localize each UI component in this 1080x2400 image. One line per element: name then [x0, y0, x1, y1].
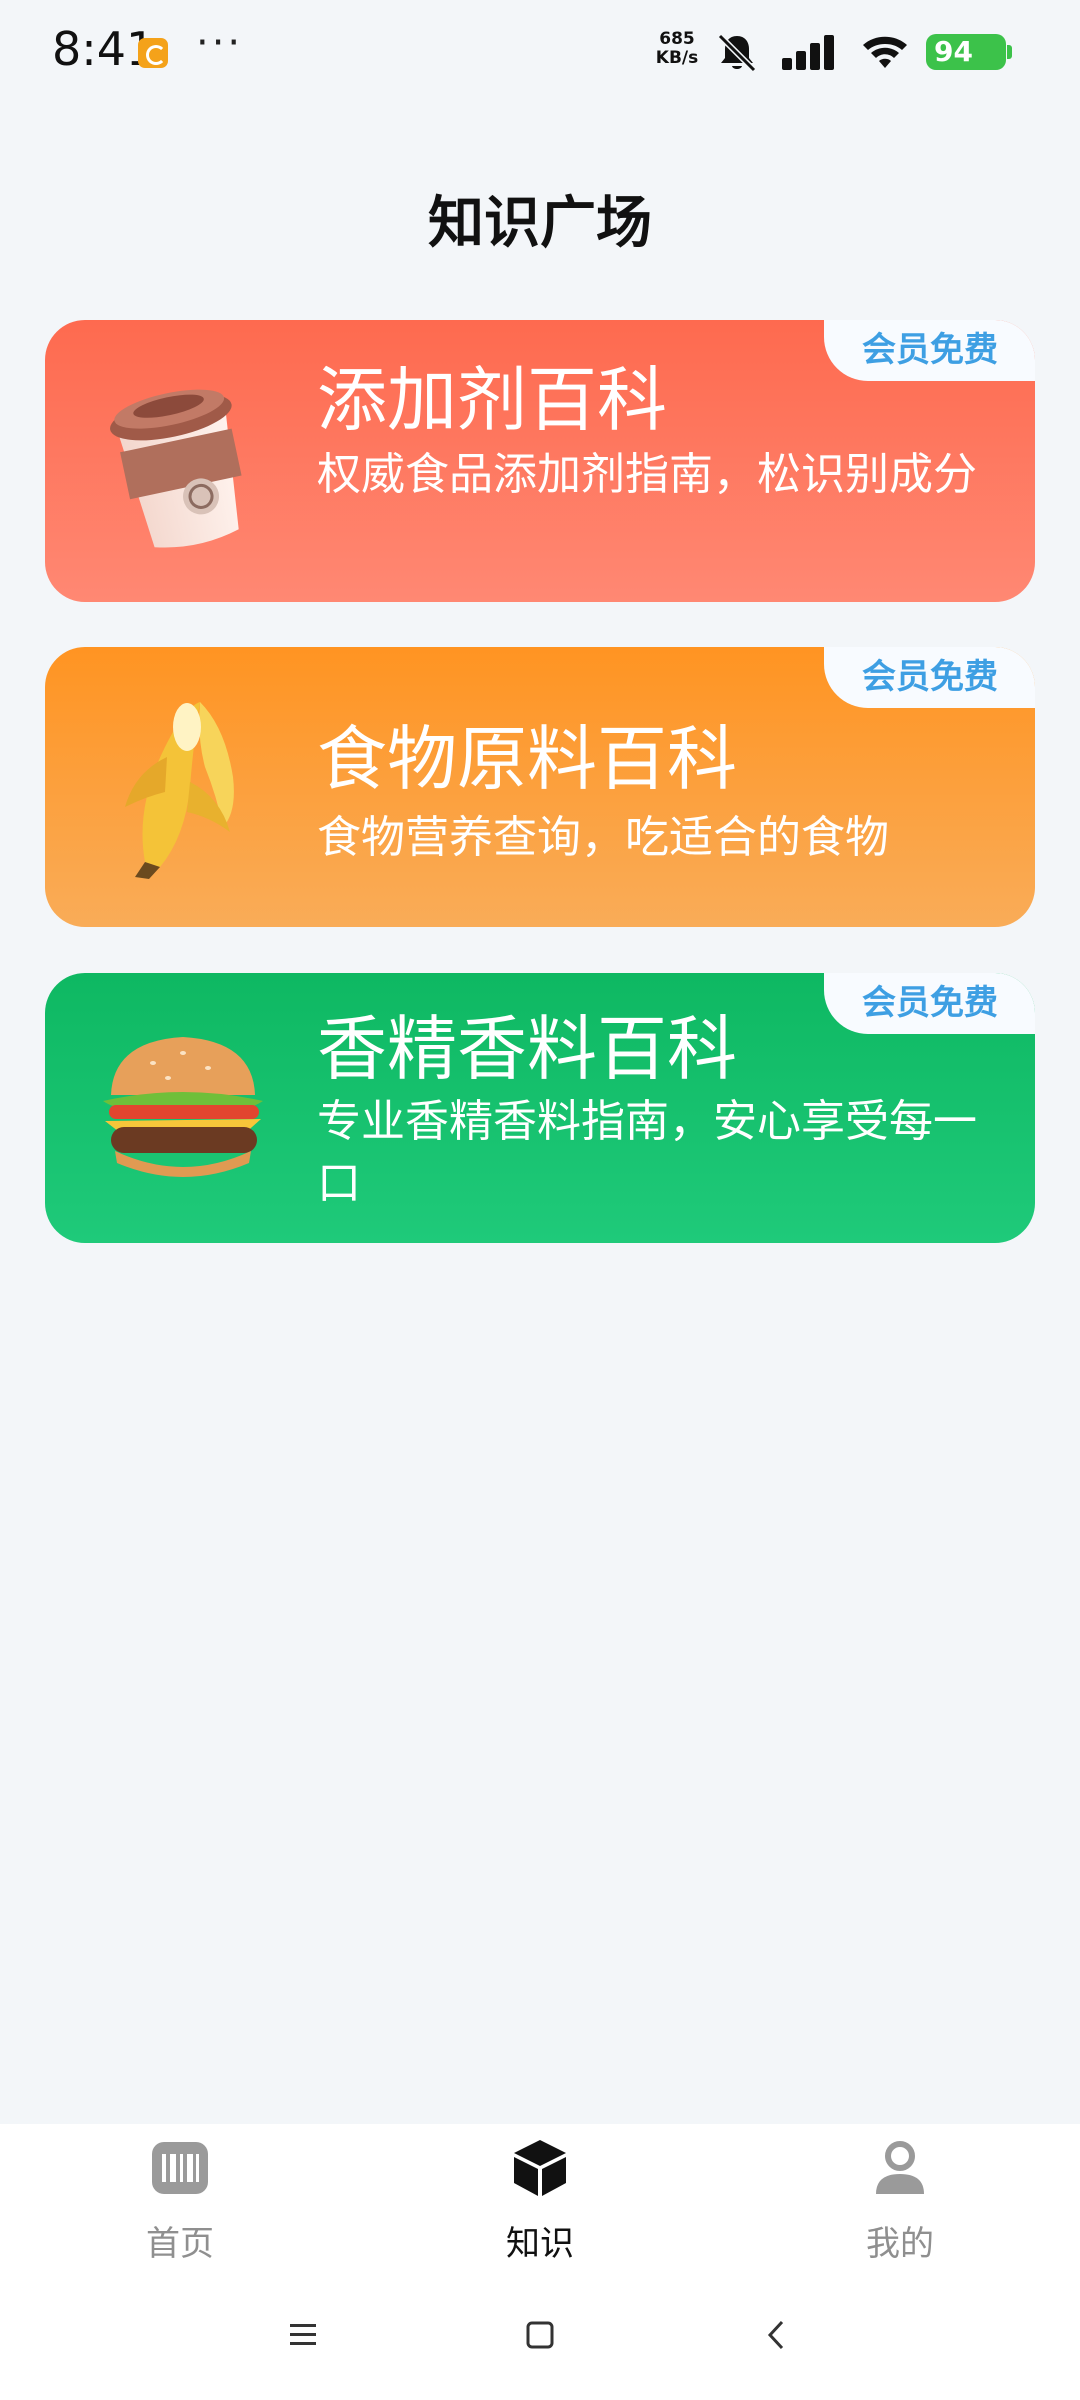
tab-home[interactable]: 首页 [80, 2124, 280, 2274]
card-description: 权威食品添加剂指南，松识别成分 [317, 449, 977, 500]
tab-knowledge[interactable]: 知识 [440, 2124, 640, 2274]
tab-label: 首页 [146, 2224, 214, 2264]
card-title: 香精香料百科 [317, 1008, 737, 1090]
tab-mine[interactable]: 我的 [800, 2124, 1000, 2274]
status-bar: 8:41 ··· 685 KB/s 94 [0, 0, 1080, 100]
net-speed: 685 KB/s [646, 30, 708, 68]
coffee-cup-icon [110, 389, 242, 548]
card-title: 添加剂百科 [317, 359, 667, 441]
member-free-badge: 会员免费 [824, 973, 1035, 1034]
barcode-icon [152, 2142, 208, 2194]
battery-icon: 94 [926, 34, 1012, 70]
card-description: 食物营养查询，吃适合的食物 [317, 812, 889, 863]
home-square-icon[interactable] [515, 2310, 565, 2360]
net-speed-unit: KB/s [655, 48, 699, 68]
card-title: 食物原料百科 [317, 718, 737, 800]
banana-icon [125, 702, 234, 879]
cube-icon [514, 2140, 566, 2196]
screen: 8:41 ··· 685 KB/s 94 知识广场 添加剂百科 权威食品添加剂指… [0, 0, 1080, 2400]
tab-label: 知识 [506, 2224, 574, 2264]
wifi-icon [863, 36, 907, 68]
card-flavors[interactable]: 香精香料百科 专业香精香料指南，安心享受每一口 会员免费 [45, 973, 1035, 1243]
more-dots-icon: ··· [196, 20, 244, 66]
card-ingredients[interactable]: 食物原料百科 食物营养查询，吃适合的食物 会员免费 [45, 647, 1035, 927]
member-free-badge: 会员免费 [824, 320, 1035, 381]
signal-icon [782, 35, 834, 70]
app-badge-icon [138, 38, 168, 68]
card-description: 专业香精香料指南，安心享受每一口 [317, 1096, 977, 1209]
menu-icon[interactable] [278, 2310, 328, 2360]
system-navigation [0, 2274, 1080, 2400]
tab-bar: 首页 知识 我的 [0, 2124, 1080, 2274]
tab-label: 我的 [866, 2224, 934, 2264]
bell-muted-icon [717, 33, 757, 73]
page-title: 知识广场 [428, 191, 652, 256]
card-additives[interactable]: 添加剂百科 权威食品添加剂指南，松识别成分 会员免费 [45, 320, 1035, 602]
user-icon [876, 2141, 924, 2194]
member-free-badge: 会员免费 [824, 647, 1035, 708]
net-speed-value: 685 [659, 29, 695, 49]
back-icon[interactable] [752, 2310, 802, 2360]
burger-icon [103, 1037, 263, 1177]
